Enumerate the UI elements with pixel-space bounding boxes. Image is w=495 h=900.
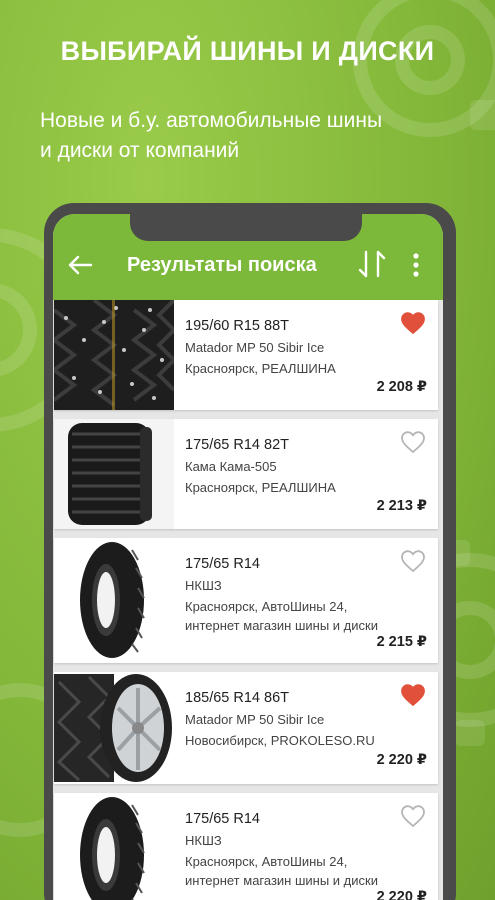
seller-location-line1: Красноярск, АвтоШины 24,: [185, 599, 348, 614]
heart-icon[interactable]: [401, 550, 425, 572]
tire-price: 2 208 ₽: [376, 379, 427, 395]
tire-model: НКШЗ: [185, 578, 222, 593]
more-vert-icon[interactable]: [411, 252, 421, 278]
heart-icon[interactable]: [401, 684, 425, 706]
result-card[interactable]: 175/65 R14 НКШЗ Красноярск, АвтоШины 24,…: [54, 793, 438, 900]
tire-model: Matador MP 50 Sibir Ice: [185, 340, 325, 355]
seller-location: Красноярск, РЕАЛШИНА: [185, 478, 430, 497]
promo-subline-line2: и диски от компаний: [40, 139, 240, 162]
seller-location: Новосибирск, PROKOLESO.RU: [185, 731, 430, 750]
seller-location: Красноярск, РЕАЛШИНА: [185, 359, 430, 378]
heart-icon[interactable]: [401, 312, 425, 334]
heart-icon[interactable]: [401, 431, 425, 453]
tire-model: Кама Кама-505: [185, 459, 277, 474]
seller-location: Красноярск, АвтоШины 24, интернет магази…: [185, 852, 430, 890]
tire-price: 2 215 ₽: [376, 634, 427, 650]
seller-location-line1: Красноярск, РЕАЛШИНА: [185, 480, 336, 495]
seller-location-line1: Красноярск, РЕАЛШИНА: [185, 361, 336, 376]
tire-model: НКШЗ: [185, 833, 222, 848]
sort-arrows-icon[interactable]: [357, 249, 387, 279]
tire-thumbnail: [54, 419, 174, 529]
tire-model: Matador MP 50 Sibir Ice: [185, 712, 325, 727]
tire-size: 175/65 R14: [185, 811, 260, 827]
promo-subline-line1: Новые и б.у. автомобильные шины: [40, 109, 383, 132]
tire-price: 2 220 ₽: [376, 752, 427, 768]
tire-thumbnail: [54, 300, 174, 410]
tire-size: 175/65 R14: [185, 556, 260, 572]
phone-screen: Результаты поиска 195/60 R15 88T Matador…: [53, 214, 443, 900]
app-bar-title: Результаты поиска: [127, 254, 317, 276]
result-card[interactable]: 175/65 R14 82T Кама Кама-505 Красноярск,…: [54, 419, 438, 529]
result-card[interactable]: 185/65 R14 86T Matador MP 50 Sibir Ice Н…: [54, 672, 438, 784]
phone-notch: [130, 203, 362, 241]
tire-price: 2 213 ₽: [376, 498, 427, 514]
tire-thumbnail: [54, 538, 174, 663]
tire-thumbnail: [54, 672, 174, 784]
seller-location-line2: интернет магазин шины и диски: [185, 618, 378, 633]
tire-size: 185/65 R14 86T: [185, 690, 289, 706]
seller-location-line1: Новосибирск, PROKOLESO.RU: [185, 733, 375, 748]
seller-location-line2: интернет магазин шины и диски: [185, 873, 378, 888]
result-card[interactable]: 195/60 R15 88T Matador MP 50 Sibir Ice К…: [54, 300, 438, 410]
seller-location-line1: Красноярск, АвтоШины 24,: [185, 854, 348, 869]
promo-subline: Новые и б.у. автомобильные шины и диски …: [40, 106, 460, 166]
heart-icon[interactable]: [401, 805, 425, 827]
promo-headline: ВЫБИРАЙ ШИНЫ И ДИСКИ: [60, 36, 435, 66]
tire-thumbnail: [54, 793, 174, 900]
tire-price: 2 220 ₽: [376, 889, 427, 900]
tire-size: 195/60 R15 88T: [185, 318, 289, 334]
result-card[interactable]: 175/65 R14 НКШЗ Красноярск, АвтоШины 24,…: [54, 538, 438, 663]
arrow-left-icon[interactable]: [67, 254, 93, 276]
tire-size: 175/65 R14 82T: [185, 437, 289, 453]
seller-location: Красноярск, АвтоШины 24, интернет магази…: [185, 597, 430, 635]
